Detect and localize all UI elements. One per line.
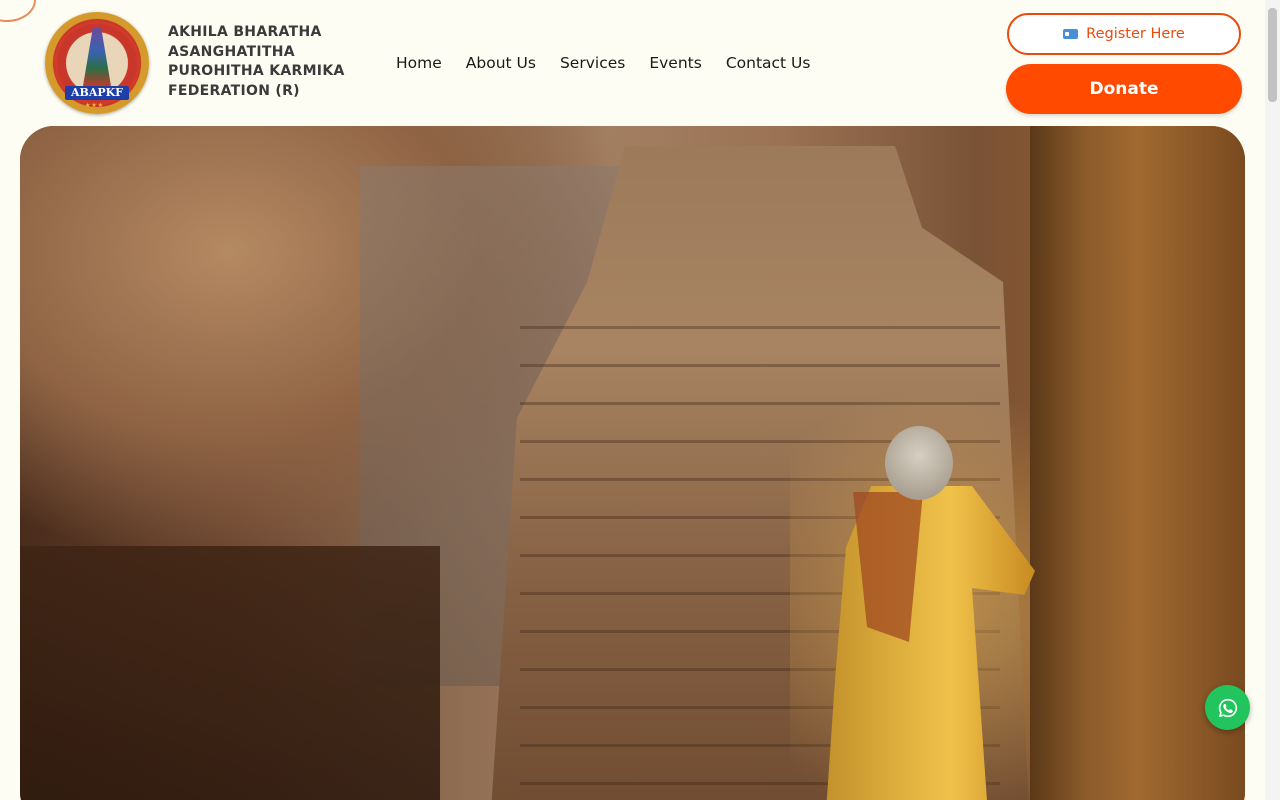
- hero-head: [885, 426, 953, 500]
- nav-item-about-us[interactable]: About Us: [466, 54, 536, 72]
- id-card-icon: [1063, 29, 1079, 39]
- org-name-line: FEDERATION (R): [168, 82, 300, 99]
- nav-item-contact-us[interactable]: Contact Us: [726, 54, 811, 72]
- logo-banner: ABAPKF: [65, 86, 129, 100]
- org-logo[interactable]: ABAPKF ★★★: [45, 12, 149, 114]
- hero-sadhu-figure: [815, 426, 1075, 800]
- whatsapp-button[interactable]: [1205, 685, 1250, 730]
- whatsapp-icon: [1218, 698, 1237, 717]
- nav-item-home[interactable]: Home: [396, 54, 442, 72]
- hero-cave-hall: [20, 546, 440, 800]
- register-button-label: Register Here: [1086, 26, 1185, 42]
- donate-button-label: Donate: [1089, 79, 1159, 99]
- donate-button[interactable]: Donate: [1006, 64, 1242, 114]
- hero-robe: [825, 486, 1035, 800]
- logo-stars: ★★★: [85, 102, 105, 109]
- org-name-line: ASANGHATITHA: [168, 43, 295, 60]
- page-scrollbar[interactable]: [1265, 0, 1280, 800]
- nav-item-events[interactable]: Events: [649, 54, 701, 72]
- org-name-line: PUROHITHA KARMIKA: [168, 63, 345, 79]
- register-button[interactable]: Register Here: [1007, 13, 1241, 55]
- hero-image: [20, 126, 1245, 800]
- org-name-line: AKHILA BHARATHA: [168, 24, 322, 40]
- main-nav: Home About Us Services Events Contact Us: [396, 52, 810, 74]
- org-name: AKHILA BHARATHA ASANGHATITHA PUROHITHA K…: [168, 23, 358, 101]
- scrollbar-thumb[interactable]: [1268, 8, 1277, 102]
- nav-item-services[interactable]: Services: [560, 54, 625, 72]
- site-header: ABAPKF ★★★ AKHILA BHARATHA ASANGHATITHA …: [0, 0, 1265, 126]
